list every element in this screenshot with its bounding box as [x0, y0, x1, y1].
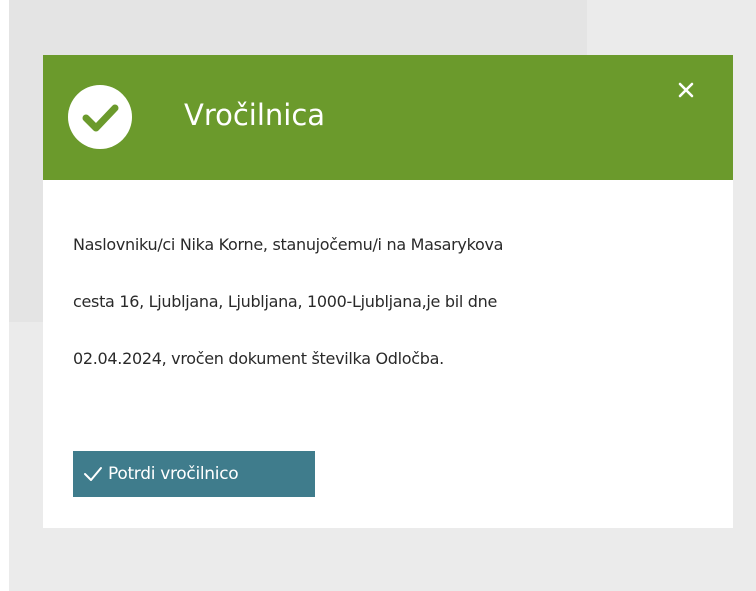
check-circle-icon [68, 85, 132, 149]
dialog-header: Vročilnica [43, 55, 733, 180]
message-line: cesta 16, Ljubljana, Ljubljana, 1000-Lju… [73, 292, 498, 311]
checkmark-icon [84, 467, 102, 481]
message-line: Naslovniku/ci Nika Korne, stanujočemu/i … [73, 235, 504, 254]
message-line: 02.04.2024, vročen dokument številka Odl… [73, 349, 444, 368]
close-button[interactable] [671, 75, 701, 105]
dialog-title: Vročilnica [184, 98, 326, 132]
delivery-receipt-dialog: Vročilnica Naslovniku/ci Nika Korne, sta… [43, 55, 733, 528]
close-icon [678, 82, 694, 98]
confirm-delivery-button[interactable]: Potrdi vročilnico [73, 451, 315, 497]
confirm-button-label: Potrdi vročilnico [108, 464, 239, 484]
